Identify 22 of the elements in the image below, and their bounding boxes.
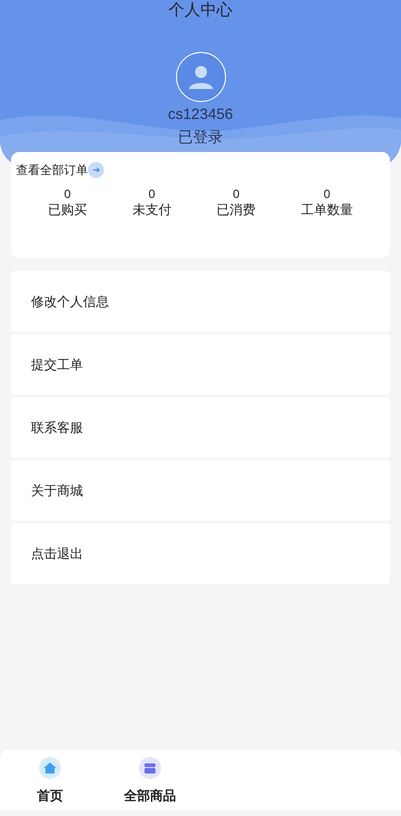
home-icon xyxy=(39,757,61,779)
stat-label[interactable]: 未支付 xyxy=(132,201,172,219)
menu-item[interactable]: 提交工单 xyxy=(11,334,390,395)
menu-item[interactable]: 关于商城 xyxy=(11,460,390,521)
username: cs123456 xyxy=(168,106,234,124)
menu-item[interactable]: 修改个人信息 xyxy=(11,271,390,332)
stat-value: 0 xyxy=(232,187,240,201)
avatar[interactable] xyxy=(176,52,226,102)
stat-label[interactable]: 工单数量 xyxy=(300,201,353,219)
tab-item[interactable]: 首页 xyxy=(0,750,100,810)
stat-label[interactable]: 已购买 xyxy=(48,201,87,219)
menu-item[interactable]: 点击退出 xyxy=(11,523,390,584)
stat-label[interactable]: 已消费 xyxy=(216,201,256,219)
stat-value: 0 xyxy=(324,187,330,201)
login-status: 已登录 xyxy=(178,129,223,147)
view-all-orders-link[interactable]: 查看全部订单 xyxy=(16,161,88,179)
stat-value: 0 xyxy=(64,187,71,201)
page-title: 个人中心 xyxy=(168,1,232,21)
tab-item[interactable]: 全部商品 xyxy=(100,750,200,810)
stat-value: 0 xyxy=(148,187,156,201)
store-icon xyxy=(139,757,161,779)
menu-item[interactable]: 联系客服 xyxy=(11,397,390,458)
